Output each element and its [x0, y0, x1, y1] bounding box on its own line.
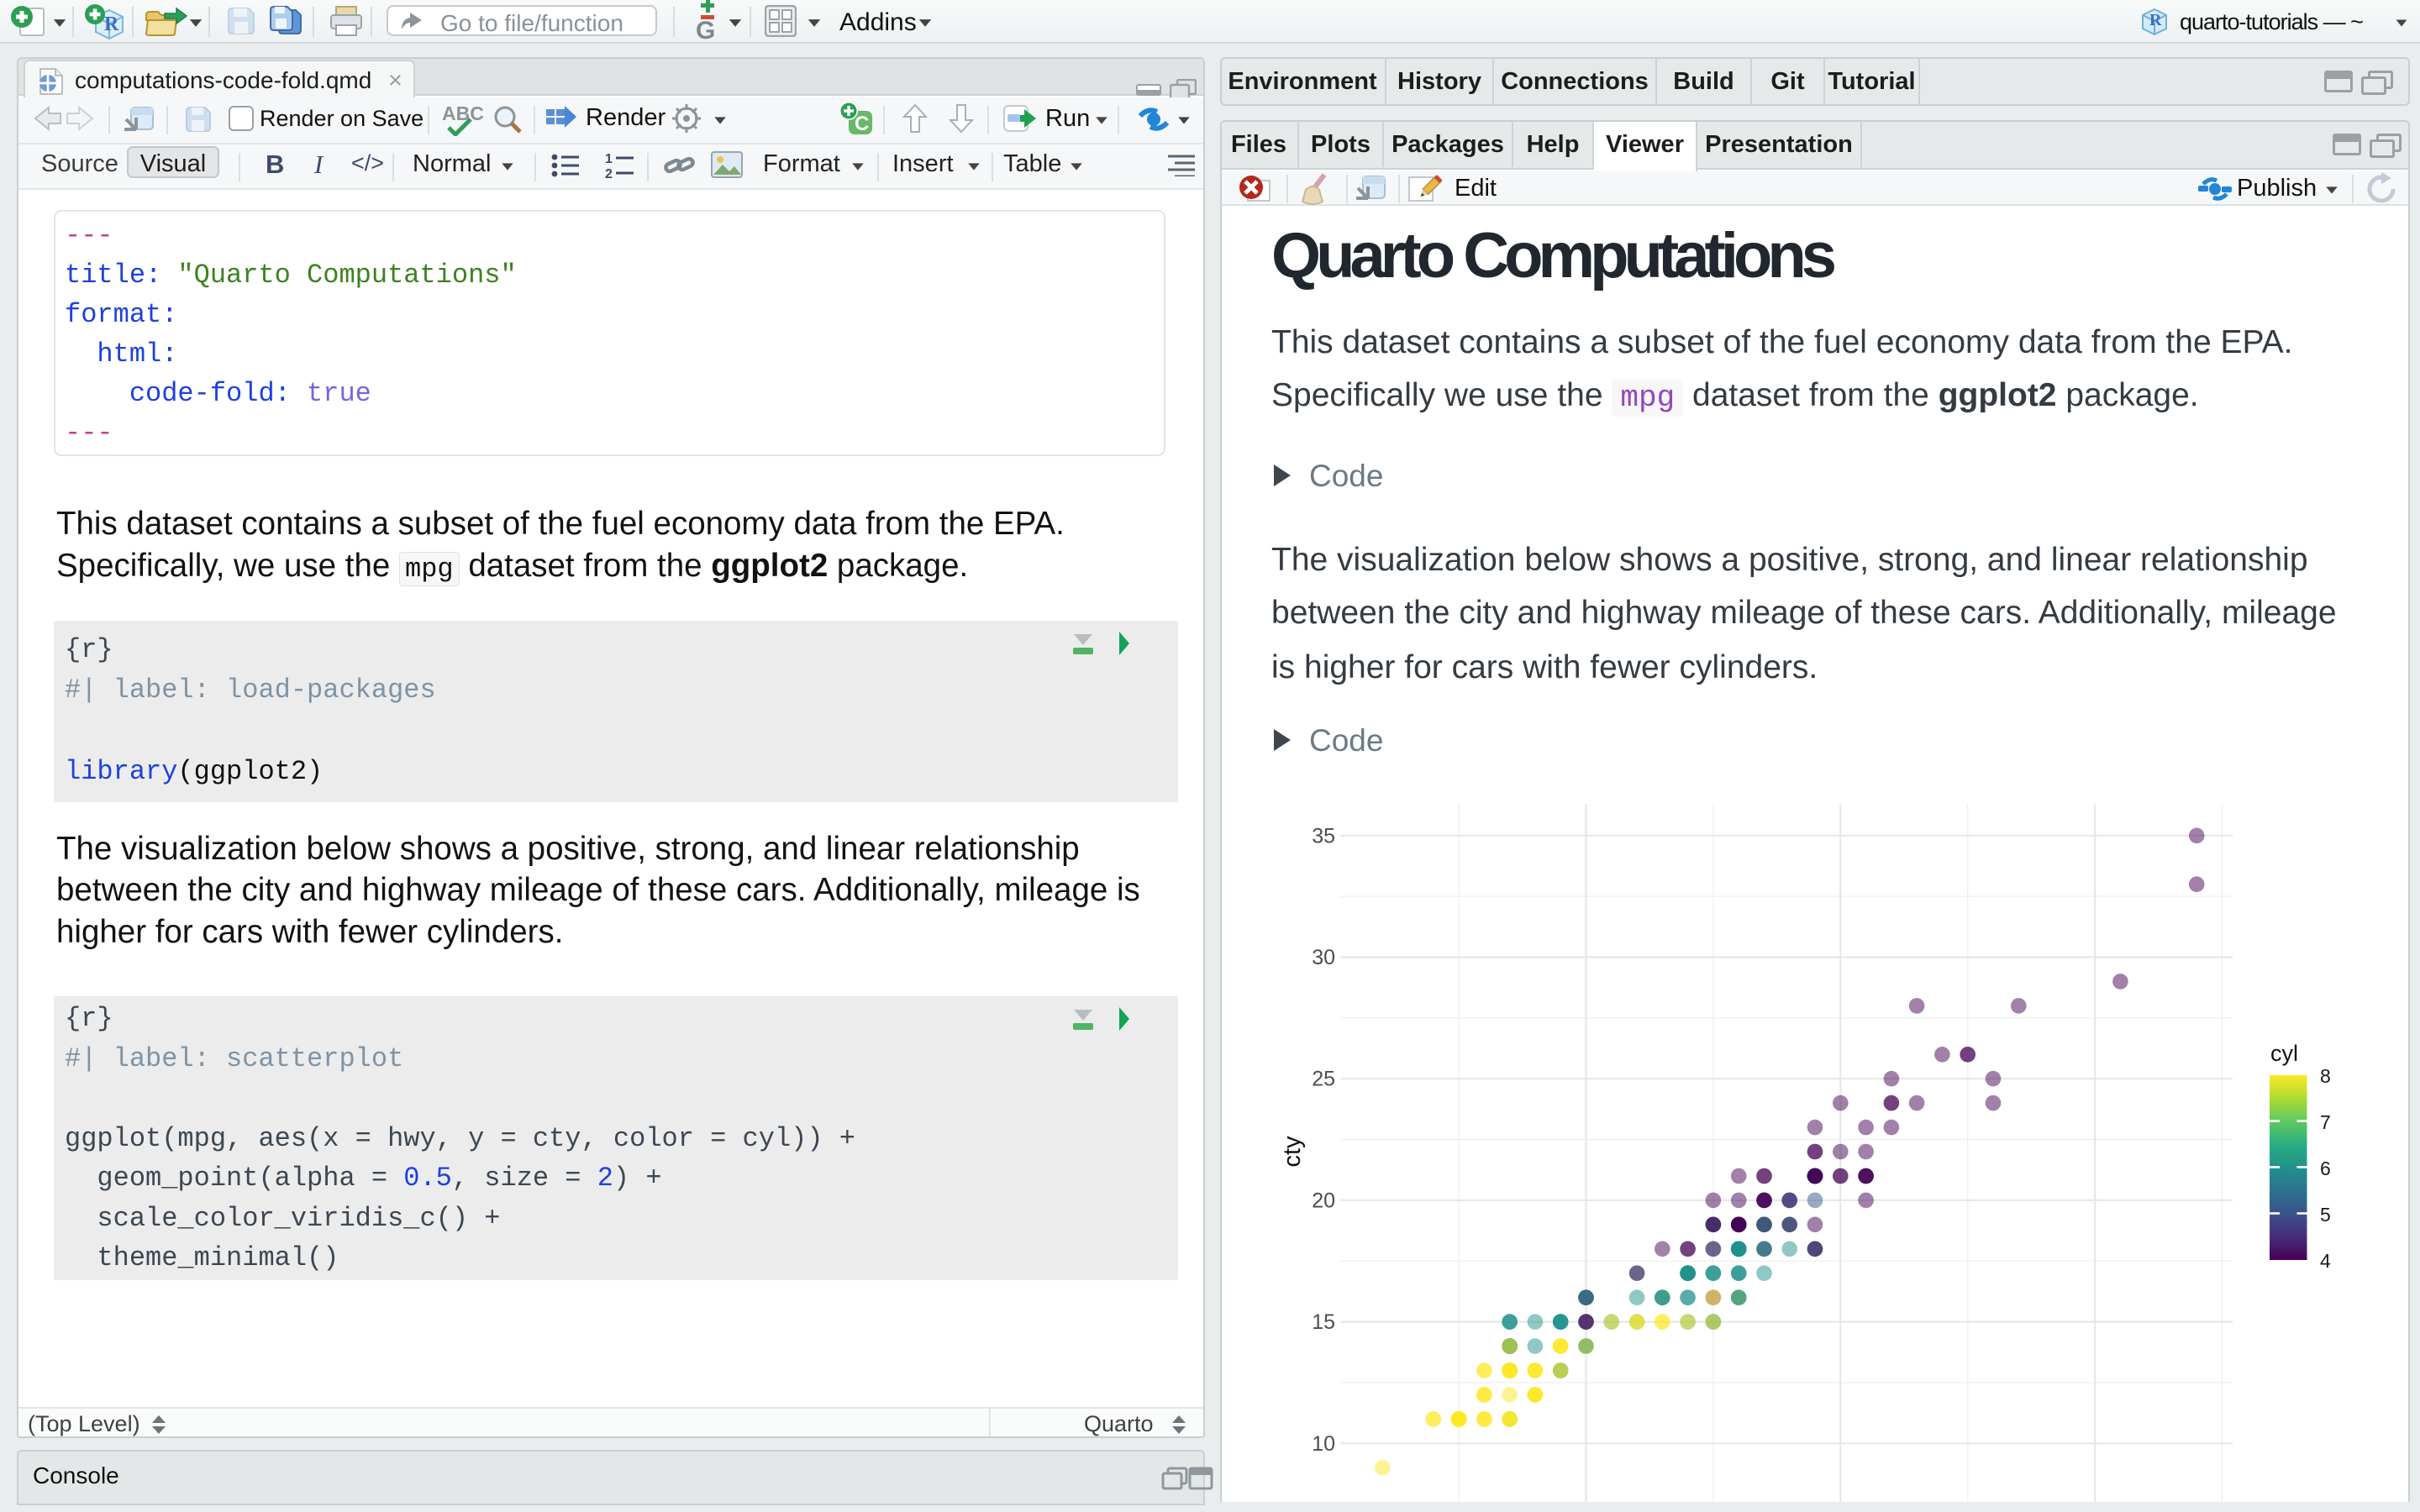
svg-text:cty: cty: [1279, 1136, 1306, 1168]
svg-text:R: R: [2149, 11, 2162, 29]
svg-text:35: 35: [1312, 824, 1335, 848]
svg-text:7: 7: [2320, 1111, 2331, 1133]
svg-text:C: C: [855, 113, 869, 135]
svg-text:8: 8: [2320, 1065, 2331, 1087]
svg-text:30: 30: [1312, 946, 1335, 969]
svg-text:cyl: cyl: [2270, 1041, 2298, 1066]
svg-text:6: 6: [2320, 1158, 2331, 1179]
svg-text:2: 2: [605, 167, 613, 180]
svg-text:20: 20: [1312, 1189, 1335, 1212]
svg-text:5: 5: [2320, 1204, 2331, 1226]
svg-text:10: 10: [1312, 1432, 1335, 1456]
svg-text:25: 25: [1312, 1068, 1335, 1091]
svg-text:4: 4: [2320, 1250, 2331, 1272]
svg-text:1: 1: [605, 152, 613, 166]
svg-text:15: 15: [1312, 1310, 1335, 1334]
svg-text:R: R: [104, 13, 119, 35]
